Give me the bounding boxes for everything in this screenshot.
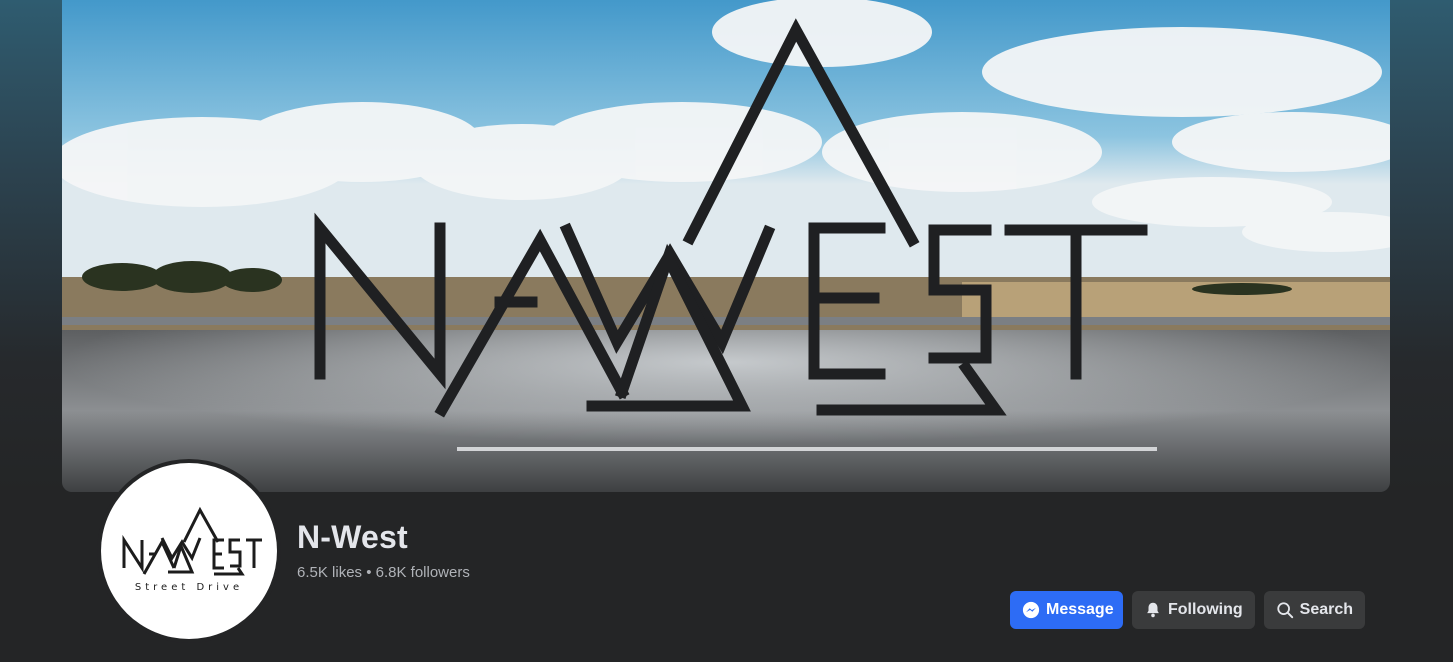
- page-stats: 6.5K likes • 6.8K followers: [297, 564, 470, 581]
- messenger-icon: [1022, 601, 1040, 619]
- page-title: N-West: [297, 519, 408, 555]
- bell-icon: [1144, 601, 1162, 619]
- message-button-label: Message: [1046, 601, 1114, 618]
- profile-avatar[interactable]: Street Drive: [97, 459, 281, 643]
- message-button[interactable]: Message: [1010, 591, 1123, 629]
- n-west-logo-icon: Street Drive: [122, 506, 262, 593]
- svg-text:Street Drive: Street Drive: [135, 582, 243, 593]
- page-actions: Message Following Search: [1010, 591, 1366, 629]
- search-icon: [1276, 601, 1294, 619]
- following-button-label: Following: [1168, 601, 1243, 618]
- search-button-label: Search: [1299, 601, 1354, 618]
- stats-separator: •: [362, 564, 376, 581]
- followers-link[interactable]: 6.8K followers: [376, 564, 470, 581]
- cover-image: [62, 0, 1390, 492]
- cover-photo[interactable]: [62, 0, 1390, 492]
- likes-link[interactable]: 6.5K likes: [297, 564, 362, 581]
- search-button[interactable]: Search: [1263, 591, 1366, 629]
- avatar-logo: Street Drive: [101, 463, 277, 639]
- following-button[interactable]: Following: [1132, 591, 1255, 629]
